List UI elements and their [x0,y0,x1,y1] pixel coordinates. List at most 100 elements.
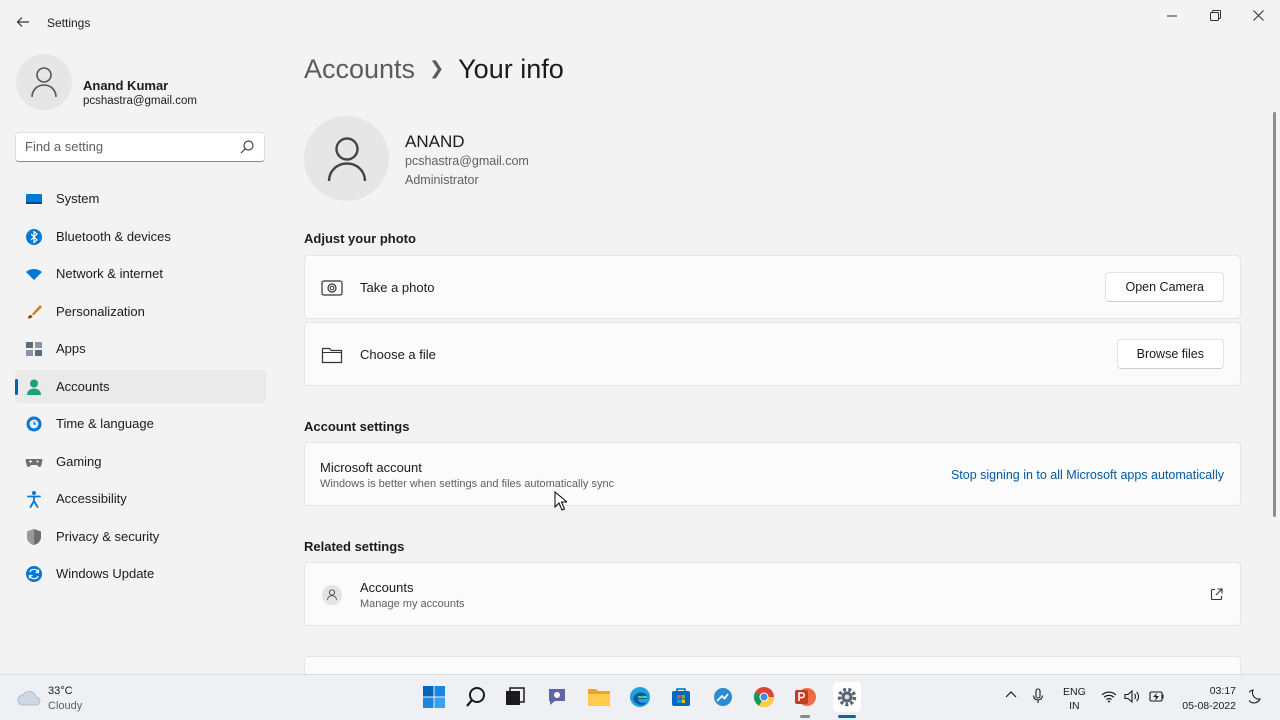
person-icon [327,136,366,181]
title-bar: Settings [0,0,1280,44]
user-email: pcshastra@gmail.com [405,154,529,168]
gamepad-icon [25,458,43,467]
powerpoint-icon [795,688,816,706]
task-view-button[interactable] [502,684,528,710]
related-accounts-card[interactable]: Accounts Manage my accounts [304,562,1241,626]
sidebar-item-privacy-security[interactable]: Privacy & security [15,520,266,553]
sidebar-item-system[interactable]: System [15,182,266,215]
sidebar-item-label: Time & language [56,416,154,431]
close-button[interactable] [1236,0,1280,32]
minimize-icon [1167,15,1177,17]
microphone-button[interactable] [1032,688,1044,707]
minimize-button[interactable] [1150,0,1194,32]
taskbar-search-button[interactable] [463,684,489,710]
sidebar-item-gaming[interactable]: Gaming [15,445,266,478]
store-button[interactable] [668,684,694,710]
chrome-button[interactable] [751,684,777,710]
bluetooth-icon [26,228,42,245]
sidebar-item-label: Accounts [56,378,110,394]
choose-file-label: Choose a file [360,347,436,362]
main-content: Accounts ❯ Your info ANAND pcshastra@gmail… [304,44,1244,676]
wifi-icon [1101,691,1117,703]
folder-icon [321,347,343,364]
person-icon [31,67,57,98]
do-not-disturb-icon [1247,689,1261,704]
system-icon [26,194,42,204]
sidebar: Anand Kumar pcshastra@gmail.com System B… [0,44,280,674]
file-explorer-button[interactable] [586,684,612,710]
sidebar-item-label: Windows Update [56,566,155,581]
start-button[interactable] [421,684,447,710]
take-photo-label: Take a photo [360,280,435,295]
profile-header[interactable]: Anand Kumar pcshastra@gmail.com [16,54,276,114]
volume-icon [1124,689,1139,704]
open-external-icon[interactable] [1210,588,1223,601]
choose-file-card: Choose a file Browse files [304,322,1241,386]
mouse-cursor-icon [554,491,567,511]
search-icon[interactable] [239,139,255,155]
clock-globe-icon [26,416,42,432]
weather-widget[interactable]: 33°C Cloudy [16,683,136,713]
battery-button[interactable] [1147,690,1165,706]
user-role: Administrator [405,173,479,187]
back-button[interactable] [12,10,34,34]
app-title: Settings [47,16,91,30]
camera-icon [321,280,343,296]
language-code: ENG [1063,686,1086,698]
volume-button[interactable] [1124,689,1141,706]
sidebar-item-accounts[interactable]: Accounts [15,369,266,403]
sidebar-item-label: Bluetooth & devices [56,228,171,244]
wifi-button[interactable] [1101,690,1117,706]
stop-signing-in-link[interactable]: Stop signing in to all Microsoft apps au… [951,468,1224,482]
microphone-icon [1032,688,1044,703]
sidebar-item-bluetooth[interactable]: Bluetooth & devices [15,220,266,253]
notifications-button[interactable] [1247,688,1263,707]
person-icon [27,379,41,395]
related-accounts-description: Manage my accounts [360,598,465,610]
powerpoint-button[interactable] [792,684,818,710]
clock-time: 03:17 [1209,685,1236,697]
running-indicator [800,715,810,718]
teams-chat-button[interactable] [544,684,570,710]
clock-date: 05-08-2022 [1182,700,1236,712]
search-input[interactable] [25,139,235,154]
show-hidden-icons-button[interactable] [1005,689,1017,702]
avatar [16,54,72,110]
settings-app-button[interactable] [833,682,861,712]
edge-button[interactable] [627,684,653,710]
region-code: IN [1069,700,1080,712]
sidebar-item-personalization[interactable]: Personalization [15,295,266,328]
sidebar-item-network[interactable]: Network & internet [15,257,266,290]
photos-button[interactable] [710,684,736,710]
breadcrumb-parent[interactable]: Accounts [304,54,415,84]
chevron-right-icon: ❯ [429,58,445,78]
user-avatar [304,116,389,201]
restore-button[interactable] [1193,0,1237,32]
take-photo-card: Take a photo Open Camera [304,255,1241,319]
shield-icon [27,528,41,545]
sidebar-item-apps[interactable]: Apps [15,332,266,365]
sidebar-item-time-language[interactable]: Time & language [15,407,266,440]
profile-email: pcshastra@gmail.com [83,95,197,107]
open-camera-button[interactable]: Open Camera [1105,272,1224,302]
task-view-icon [506,687,525,705]
sidebar-item-label: Network & internet [56,266,163,281]
search-box[interactable] [15,132,265,162]
scrollbar[interactable] [1273,112,1276,517]
weather-temperature: 33°C [48,685,73,697]
sidebar-item-accessibility[interactable]: Accessibility [15,482,266,515]
clock[interactable]: 03:17 05-08-2022 [1176,684,1236,714]
breadcrumb: Accounts ❯ Your info [304,54,564,85]
language-indicator[interactable]: ENG IN [1063,685,1086,713]
person-icon [322,585,342,605]
active-app-indicator [838,715,856,718]
battery-charging-icon [1149,691,1164,702]
sidebar-item-windows-update[interactable]: Windows Update [15,557,266,590]
photos-icon [714,688,732,706]
browse-files-button[interactable]: Browse files [1116,339,1224,369]
restore-icon [1209,10,1221,21]
search-icon [466,687,485,707]
taskbar: 33°C Cloudy ENG IN 03:17 05-08-2022 [0,674,1280,720]
accessibility-icon [27,491,41,508]
section-title-adjust-photo: Adjust your photo [304,231,416,246]
